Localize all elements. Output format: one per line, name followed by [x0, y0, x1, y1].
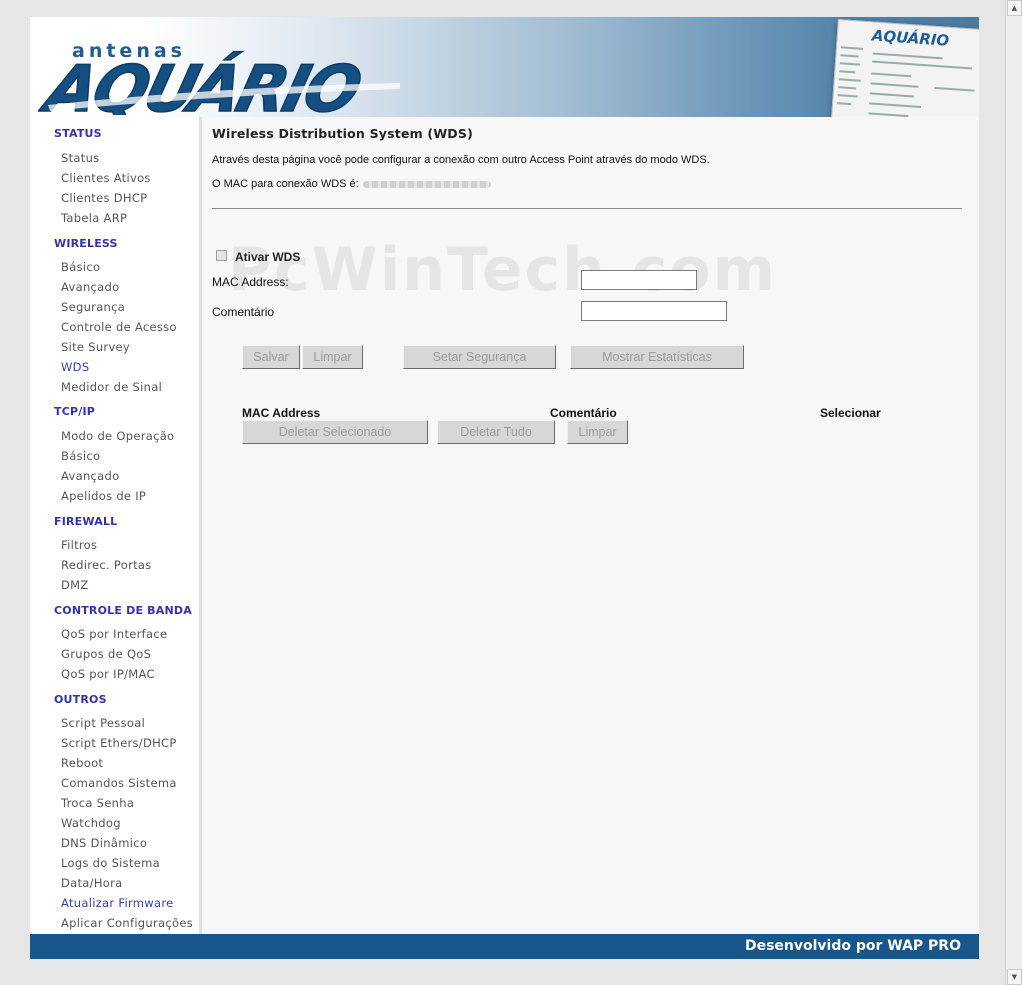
mac-address-label: MAC Address:: [212, 275, 289, 289]
mac-address-input[interactable]: [581, 270, 697, 290]
sidebar-item-redirec-portas[interactable]: Redirec. Portas: [61, 558, 152, 572]
sidebar-item-tcpip-basico[interactable]: Básico: [61, 449, 100, 463]
sidebar-item-aplicar-configuracoes[interactable]: Aplicar Configurações: [61, 916, 193, 930]
sidebar-section-controle-banda: CONTROLE DE BANDA: [54, 604, 192, 617]
sidebar-section-wireless: WIRELESS: [54, 237, 118, 250]
sidebar-item-reboot[interactable]: Reboot: [61, 756, 103, 770]
sidebar-item-grupos-qos[interactable]: Grupos de QoS: [61, 647, 151, 661]
sidebar-item-apelidos-ip[interactable]: Apelidos de IP: [61, 489, 146, 503]
sidebar-item-atualizar-firmware[interactable]: Atualizar Firmware: [61, 896, 173, 910]
scroll-up-icon[interactable]: ▲: [1007, 0, 1022, 16]
footer-credit: Desenvolvido por WAP PRO: [744, 938, 961, 954]
sidebar-item-dns-dinamico[interactable]: DNS Dinâmico: [61, 836, 147, 850]
comentario-label: Comentário: [212, 305, 275, 319]
window-scrollbar[interactable]: ▲ ▼: [1005, 0, 1022, 985]
setar-seguranca-button[interactable]: Setar Segurança: [403, 345, 556, 369]
preview-logo: AQUÁRIO: [870, 25, 950, 49]
sidebar-section-status: STATUS: [54, 127, 102, 140]
sidebar-item-clientes-dhcp[interactable]: Clientes DHCP: [61, 191, 147, 205]
sidebar-section-firewall: FIREWALL: [54, 515, 118, 528]
sidebar-item-script-pessoal[interactable]: Script Pessoal: [61, 716, 145, 730]
scroll-down-icon[interactable]: ▼: [1007, 969, 1022, 985]
sidebar-section-tcpip: TCP/IP: [54, 405, 96, 418]
ativar-wds-checkbox[interactable]: [216, 250, 227, 261]
deletar-tudo-button[interactable]: Deletar Tudo: [437, 420, 555, 444]
sidebar-item-dmz[interactable]: DMZ: [61, 578, 89, 592]
sidebar-item-wds[interactable]: WDS: [61, 360, 89, 374]
limpar-button[interactable]: Limpar: [302, 345, 363, 369]
sidebar-item-logs-sistema[interactable]: Logs do Sistema: [61, 856, 160, 870]
sidebar-item-wireless-basico[interactable]: Básico: [61, 260, 100, 274]
aquario-logo: antenas AQUÁRIO: [38, 40, 400, 115]
sidebar-item-watchdog[interactable]: Watchdog: [61, 816, 121, 830]
sidebar-item-script-ethers-dhcp[interactable]: Script Ethers/DHCP: [61, 736, 177, 750]
sidebar-item-wireless-avancado[interactable]: Avançado: [61, 280, 119, 294]
sidebar-item-troca-senha[interactable]: Troca Senha: [61, 796, 134, 810]
sidebar-item-tcpip-avancado[interactable]: Avançado: [61, 469, 119, 483]
header-banner: antenas AQUÁRIO AQUÁRIO: [30, 17, 979, 117]
main-content: Wireless Distribution System (WDS) Atrav…: [202, 117, 979, 934]
sidebar-item-controle-acesso[interactable]: Controle de Acesso: [61, 320, 177, 334]
sidebar-item-seguranca[interactable]: Segurança: [61, 300, 125, 314]
sidebar-item-data-hora[interactable]: Data/Hora: [61, 876, 123, 890]
limpar-lista-button[interactable]: Limpar: [567, 420, 628, 444]
page-title: Wireless Distribution System (WDS): [212, 126, 473, 141]
sidebar-item-clientes-ativos[interactable]: Clientes Ativos: [61, 171, 151, 185]
sidebar-item-comandos-sistema[interactable]: Comandos Sistema: [61, 776, 177, 790]
table-header-comentario: Comentário: [550, 406, 617, 420]
sidebar-item-modo-operacao[interactable]: Modo de Operação: [61, 429, 174, 443]
product-screenshot-image: AQUÁRIO: [830, 19, 979, 117]
salvar-button[interactable]: Salvar: [242, 345, 300, 369]
svg-text:AQUÁRIO: AQUÁRIO: [870, 25, 950, 49]
page-description: Através desta página você pode configura…: [212, 154, 710, 166]
sidebar-section-outros: OUTROS: [54, 693, 107, 706]
sidebar-item-status[interactable]: Status: [61, 151, 99, 165]
sidebar-item-tabela-arp[interactable]: Tabela ARP: [61, 211, 127, 225]
footer-bar: Desenvolvido por WAP PRO: [30, 934, 979, 959]
divider: [212, 208, 962, 209]
sidebar-nav: STATUS Status Clientes Ativos Clientes D…: [30, 117, 202, 934]
deletar-selecionado-button[interactable]: Deletar Selecionado: [242, 420, 428, 444]
sidebar-item-medidor-sinal[interactable]: Medidor de Sinal: [61, 380, 162, 394]
sidebar-item-qos-ip-mac[interactable]: QoS por IP/MAC: [61, 667, 155, 681]
redacted-mac-value: [362, 180, 491, 188]
sidebar-item-site-survey[interactable]: Site Survey: [61, 340, 130, 354]
wds-mac-info: O MAC para conexão WDS é:: [212, 178, 491, 190]
sidebar-item-filtros[interactable]: Filtros: [61, 538, 97, 552]
router-admin-page: antenas AQUÁRIO AQUÁRIO STATUS Status Cl…: [30, 17, 979, 959]
table-header-mac-address: MAC Address: [242, 406, 321, 420]
mostrar-estatisticas-button[interactable]: Mostrar Estatísticas: [570, 345, 744, 369]
sidebar-item-qos-interface[interactable]: QoS por Interface: [61, 627, 167, 641]
ativar-wds-label: Ativar WDS: [235, 250, 301, 264]
table-header-selecionar: Selecionar: [820, 406, 881, 420]
comentario-input[interactable]: [581, 301, 727, 321]
wds-mac-label: O MAC para conexão WDS é:: [212, 178, 359, 190]
